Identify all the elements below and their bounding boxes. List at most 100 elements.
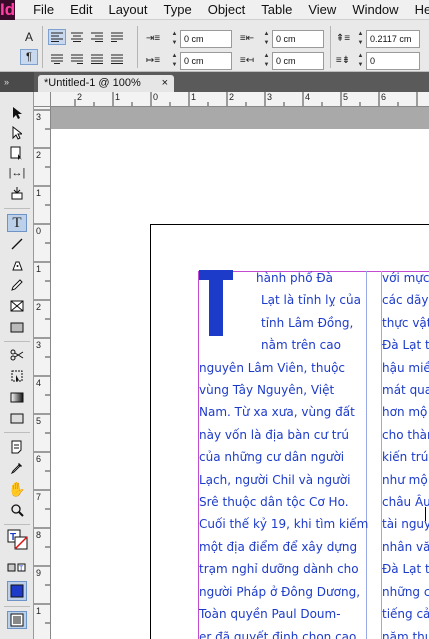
- space-after-field[interactable]: 0: [366, 52, 420, 70]
- left-indent-field[interactable]: 0 cm: [180, 30, 232, 48]
- text-line: er đã quyết định chọn cao: [199, 629, 357, 639]
- menu-view[interactable]: View: [300, 0, 344, 20]
- align-center-icon[interactable]: [68, 29, 86, 45]
- right-indent-stepper[interactable]: ▲ ▼: [262, 30, 271, 48]
- first-line-indent-stepper[interactable]: ▲ ▼: [170, 52, 179, 70]
- zoom-tool-icon[interactable]: [7, 501, 27, 519]
- ruler-label: 1: [36, 188, 42, 198]
- text-line: hơn mộ: [382, 405, 428, 420]
- ruler-label: 6: [381, 92, 387, 102]
- right-indent-field[interactable]: 0 cm: [272, 30, 324, 48]
- last-line-indent-icon: ≡↤: [239, 54, 255, 66]
- ruler-origin[interactable]: [34, 92, 51, 107]
- tool-divider: [4, 606, 30, 607]
- left-indent-stepper[interactable]: ▲ ▼: [170, 30, 179, 48]
- vertical-ruler[interactable]: 3 2 1 0 1 2 3 4 5 6 7 8 9 1: [34, 107, 51, 639]
- line-tool-icon[interactable]: [7, 235, 27, 253]
- rectangle-frame-tool-icon[interactable]: [7, 297, 27, 315]
- fill-stroke-swatch-icon[interactable]: T: [7, 529, 29, 551]
- document-tab-bar: *Untitled-1 @ 100% ×: [0, 72, 429, 92]
- menu-table[interactable]: Table: [253, 0, 300, 20]
- menu-layout[interactable]: Layout: [100, 0, 155, 20]
- character-mode-button[interactable]: A: [20, 29, 38, 45]
- document-tab[interactable]: *Untitled-1 @ 100% ×: [38, 75, 174, 92]
- text-line: vùng Tây Nguyên, Việt: [199, 383, 335, 398]
- text-column-2[interactable]: với mực các dãy thực vật Đà Lạt t hậu mi…: [382, 267, 429, 639]
- menu-object[interactable]: Object: [200, 0, 254, 20]
- content-collector-icon[interactable]: [7, 184, 27, 202]
- ruler-label: 5: [343, 92, 349, 102]
- space-before-field[interactable]: 0.2117 cm: [366, 30, 420, 48]
- ruler-label: 4: [36, 378, 42, 388]
- menu-help[interactable]: He: [407, 0, 429, 20]
- apply-color-icon[interactable]: [7, 581, 27, 601]
- justify-right-icon[interactable]: [68, 51, 86, 67]
- space-after-stepper[interactable]: ▲ ▼: [356, 52, 365, 70]
- text-line: châu Âu: [382, 495, 429, 510]
- ruler-label: 2: [229, 92, 235, 102]
- ruler-label: 0: [153, 92, 159, 102]
- tool-divider: [4, 524, 30, 525]
- direct-selection-tool-icon[interactable]: [7, 124, 27, 142]
- ruler-label: 7: [36, 492, 42, 502]
- first-line-indent-icon: ↦≡: [145, 54, 161, 66]
- ruler-label: 3: [267, 92, 273, 102]
- rectangle-tool-icon[interactable]: [7, 318, 27, 336]
- last-line-indent-stepper[interactable]: ▲ ▼: [262, 52, 271, 70]
- menu-file[interactable]: File: [15, 0, 62, 20]
- text-line: một địa điểm để xây dựng: [199, 539, 358, 554]
- type-tool-icon[interactable]: T: [7, 214, 27, 232]
- control-panel: A ¶ ⇥≡ ▲ ▼ 0 cm ↦≡ ▲ ▼ 0 cm ≡⇤ ▲ ▼ 0 cm ≡↤ …: [0, 20, 429, 72]
- ruler-label: 6: [36, 454, 42, 464]
- ruler-label: 0: [36, 226, 42, 236]
- justify-center-icon[interactable]: [48, 51, 66, 67]
- gradient-swatch-tool-icon[interactable]: [7, 388, 27, 406]
- text-line: Lạch, người Chil và người: [199, 472, 351, 487]
- align-right-icon[interactable]: [88, 29, 106, 45]
- divider: [137, 26, 138, 68]
- note-tool-icon[interactable]: [7, 438, 27, 456]
- free-transform-tool-icon[interactable]: [7, 367, 27, 385]
- hand-tool-icon[interactable]: ✋: [7, 480, 27, 498]
- app-logo: Id: [0, 0, 16, 20]
- ruler-label: 2: [77, 92, 83, 102]
- align-spine-icon[interactable]: [108, 51, 126, 67]
- last-line-indent-field[interactable]: 0 cm: [272, 52, 324, 70]
- tool-divider: [4, 208, 30, 209]
- text-line: Srê thuộc dân tộc Cơ Ho.: [199, 495, 349, 510]
- menu-window[interactable]: Window: [344, 0, 406, 20]
- screen-mode-icon[interactable]: [7, 611, 27, 629]
- text-column-1[interactable]: hành phố Đà Lạt là tỉnh lỵ của tỉnh Lâm …: [199, 267, 368, 639]
- tool-divider: [4, 432, 30, 433]
- align-left-icon[interactable]: [48, 29, 66, 45]
- page-tool-icon[interactable]: [7, 144, 27, 162]
- gradient-feather-tool-icon[interactable]: [7, 409, 27, 427]
- close-icon[interactable]: ×: [162, 75, 168, 92]
- pencil-tool-icon[interactable]: [7, 276, 27, 294]
- scissors-tool-icon[interactable]: [7, 346, 27, 364]
- ruler-label: 3: [36, 340, 42, 350]
- menu-type[interactable]: Type: [156, 0, 200, 20]
- svg-text:T: T: [19, 566, 24, 573]
- paragraph-mode-button[interactable]: ¶: [20, 49, 38, 65]
- text-line: người Pháp ở Đông Dương,: [199, 584, 361, 599]
- text-line: các dãy: [382, 293, 429, 308]
- formatting-affects-icon[interactable]: T: [7, 562, 27, 574]
- text-line: của những cư dân người: [199, 450, 345, 465]
- horizontal-ruler[interactable]: 2 1 0 1 2 3 4 5 6: [51, 92, 429, 107]
- pen-tool-icon[interactable]: [7, 256, 27, 274]
- divider: [42, 26, 43, 68]
- space-after-icon: ≡⇟: [335, 54, 351, 66]
- menu-edit[interactable]: Edit: [62, 0, 100, 20]
- selection-tool-icon[interactable]: [7, 104, 27, 122]
- text-line: những c: [382, 584, 429, 599]
- gap-tool-icon[interactable]: |↔|: [7, 164, 27, 182]
- justify-all-icon[interactable]: [88, 51, 106, 67]
- first-line-indent-field[interactable]: 0 cm: [180, 52, 232, 70]
- pasteboard[interactable]: hành phố Đà Lạt là tỉnh lỵ của tỉnh Lâm …: [51, 107, 429, 639]
- ruler-label: 1: [36, 606, 42, 616]
- space-before-stepper[interactable]: ▲ ▼: [356, 30, 365, 48]
- justify-left-icon[interactable]: [108, 29, 126, 45]
- toolbox-collapse-button[interactable]: »: [0, 72, 34, 92]
- eyedropper-tool-icon[interactable]: [7, 459, 27, 477]
